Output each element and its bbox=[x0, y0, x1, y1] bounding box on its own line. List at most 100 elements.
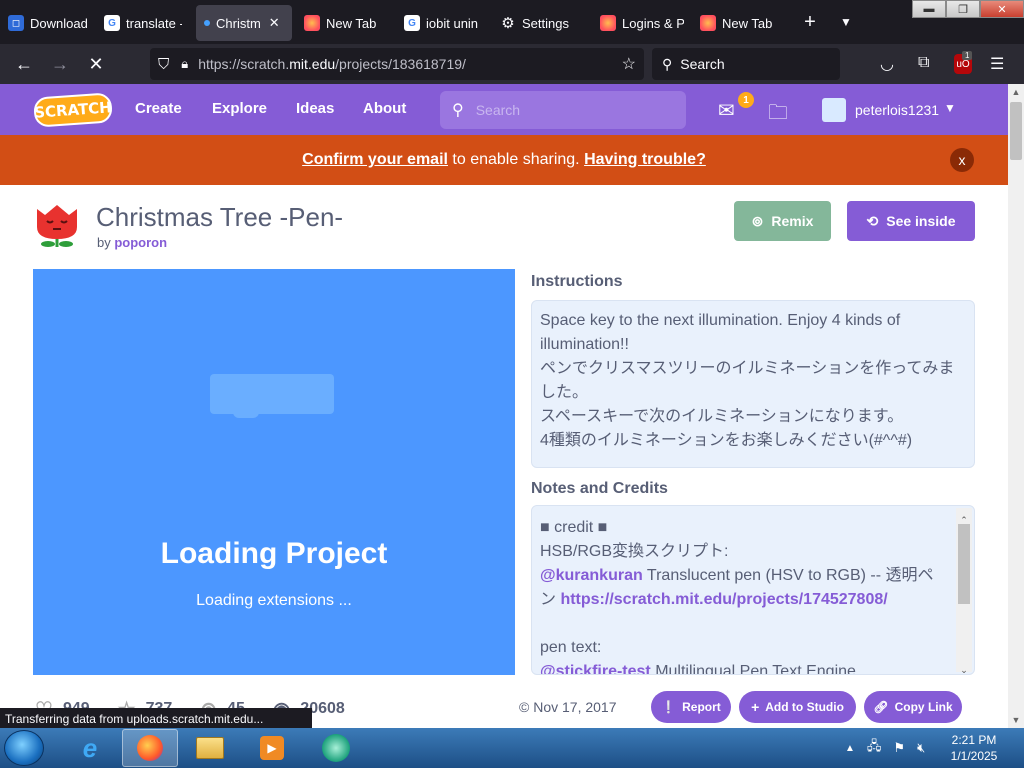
project-link[interactable]: https://scratch.mit.edu/projects/1745278… bbox=[560, 591, 887, 608]
firefox-taskbar-icon[interactable] bbox=[122, 729, 178, 767]
notes-scroll-thumb[interactable] bbox=[958, 524, 970, 604]
internet-explorer-icon[interactable]: e bbox=[62, 729, 118, 767]
tab-settings[interactable]: ⚙ Settings bbox=[492, 5, 592, 41]
tracking-shield-icon[interactable]: ⛉ bbox=[158, 56, 169, 73]
see-inside-icon: ⟲ bbox=[866, 212, 879, 229]
restore-icon[interactable]: ❐ bbox=[946, 0, 980, 18]
taskbar-clock[interactable]: 2:21 PM 1/1/2025 bbox=[940, 732, 1008, 764]
add-to-studio-button[interactable]: + Add to Studio bbox=[739, 691, 856, 723]
author-link[interactable]: poporon bbox=[114, 235, 167, 250]
nav-create[interactable]: Create bbox=[135, 100, 182, 117]
ublock-badge: 1 bbox=[962, 51, 973, 60]
banner-text: to enable sharing. bbox=[447, 151, 585, 168]
tray-expand-icon[interactable]: ▲ bbox=[845, 743, 855, 754]
confirm-email-link[interactable]: Confirm your email bbox=[302, 151, 448, 169]
scratch-logo[interactable]: SCRATCH bbox=[33, 92, 113, 128]
url-bar[interactable]: ⛉ 🔒︎ https://scratch.mit.edu/projects/18… bbox=[150, 48, 644, 80]
loading-block-tab bbox=[233, 410, 259, 418]
report-label: Report bbox=[682, 700, 721, 714]
instructions-heading: Instructions bbox=[531, 273, 623, 290]
scratch-navbar: SCRATCH Create Explore Ideas About ⚲ Sea… bbox=[0, 84, 1008, 135]
notes-line: ■ credit ■ bbox=[540, 519, 608, 536]
tab-download[interactable]: ◻ Download bbox=[0, 5, 96, 41]
back-arrow-icon[interactable]: ← bbox=[6, 46, 42, 82]
having-trouble-link[interactable]: Having trouble? bbox=[584, 151, 706, 169]
stop-loading-icon[interactable]: ✕ bbox=[78, 46, 114, 82]
scroll-down-icon[interactable]: ⌄ bbox=[956, 658, 972, 674]
window-close-icon[interactable]: ✕ bbox=[980, 0, 1024, 18]
page-title: Christmas Tree -Pen- bbox=[96, 202, 344, 232]
forward-arrow-icon[interactable]: → bbox=[42, 46, 78, 82]
copy-link-label: Copy Link bbox=[894, 700, 953, 714]
scroll-down-icon[interactable]: ▼ bbox=[1008, 712, 1024, 728]
tab-translate[interactable]: G translate - bbox=[96, 5, 190, 41]
username[interactable]: peterlois1231 bbox=[855, 102, 939, 118]
media-player-icon[interactable]: ▶ bbox=[244, 729, 300, 767]
pocket-icon[interactable]: ◡ bbox=[880, 54, 894, 74]
mention-link[interactable]: @kurankuran bbox=[540, 567, 643, 584]
url-prefix: https://scratch. bbox=[198, 56, 290, 72]
add-to-studio-label: Add to Studio bbox=[765, 700, 844, 714]
notes-blank-line bbox=[540, 612, 966, 636]
project-byline: by poporon bbox=[97, 235, 167, 250]
url-domain: mit.edu bbox=[289, 56, 336, 72]
firefox-icon bbox=[600, 15, 616, 31]
window-controls: ▬ ❐ ✕ bbox=[912, 0, 1024, 18]
my-stuff-folder-icon[interactable]: 🗀 bbox=[768, 98, 788, 132]
banner-close-button[interactable]: x bbox=[950, 148, 974, 172]
bookmark-star-icon[interactable]: ☆ bbox=[622, 54, 636, 74]
volume-muted-icon[interactable]: 🔇︎ bbox=[917, 740, 925, 756]
notes-line: pen text: bbox=[540, 639, 602, 656]
tab-list-chevron-icon[interactable]: ▼ bbox=[828, 15, 864, 29]
see-inside-button[interactable]: ⟲ See inside bbox=[847, 201, 975, 241]
nav-explore[interactable]: Explore bbox=[212, 100, 267, 117]
circle-app-icon bbox=[322, 734, 350, 762]
firefox-icon bbox=[700, 15, 716, 31]
avatar[interactable] bbox=[822, 98, 846, 122]
close-tab-icon[interactable]: ✕ bbox=[269, 15, 280, 31]
browser-search-bar[interactable]: ⚲ Search bbox=[652, 48, 840, 80]
instructions-line: Space key to the next illumination. Enjo… bbox=[540, 312, 901, 329]
flag-icon[interactable]: ⚑ bbox=[893, 740, 905, 756]
instructions-line: illumination!! bbox=[540, 336, 629, 353]
loading-dot-icon bbox=[204, 20, 210, 26]
scroll-up-icon[interactable]: ⌃ bbox=[956, 508, 972, 525]
nav-about[interactable]: About bbox=[363, 100, 406, 117]
remix-button[interactable]: ⊚ Remix bbox=[734, 201, 831, 241]
report-button[interactable]: ❕ Report bbox=[651, 691, 731, 723]
hamburger-menu-icon[interactable]: ☰ bbox=[990, 54, 1004, 74]
mention-link[interactable]: @stickfire-test bbox=[540, 663, 651, 674]
chevron-down-icon[interactable]: ▼ bbox=[944, 101, 956, 115]
remix-icon: ⊚ bbox=[751, 212, 764, 229]
clock-date: 1/1/2025 bbox=[950, 749, 998, 763]
notes-box[interactable]: ■ credit ■ HSB/RGB変換スクリプト: @kurankuran T… bbox=[531, 505, 975, 675]
tab-logins[interactable]: Logins & P bbox=[592, 5, 692, 41]
tab-new-tab-2[interactable]: New Tab bbox=[692, 5, 792, 41]
firefox-icon bbox=[137, 735, 163, 761]
page-scroll-thumb[interactable] bbox=[1010, 102, 1022, 160]
tab-christmas[interactable]: Christm ✕ bbox=[196, 5, 292, 41]
scroll-up-icon[interactable]: ▲ bbox=[1008, 84, 1024, 100]
google-icon: G bbox=[104, 15, 120, 31]
new-tab-plus-icon[interactable]: + bbox=[792, 11, 828, 34]
lock-icon[interactable]: 🔒︎ bbox=[181, 56, 188, 72]
page-scrollbar[interactable]: ▲ ▼ bbox=[1008, 84, 1024, 728]
minimize-icon[interactable]: ▬ bbox=[912, 0, 946, 18]
app-taskbar-icon[interactable] bbox=[308, 729, 364, 767]
message-count-badge: 1 bbox=[738, 92, 754, 108]
start-button-icon[interactable] bbox=[4, 730, 44, 766]
copy-link-button[interactable]: 🔗︎ Copy Link bbox=[864, 691, 962, 723]
file-explorer-icon[interactable] bbox=[182, 729, 238, 767]
nav-ideas[interactable]: Ideas bbox=[296, 100, 334, 117]
tab-new-tab[interactable]: New Tab bbox=[296, 5, 396, 41]
network-icon[interactable]: 🖧︎ bbox=[867, 737, 882, 759]
loading-block-icon bbox=[210, 374, 334, 414]
project-stage[interactable]: Loading Project Loading extensions ... bbox=[33, 269, 515, 675]
tab-iobit[interactable]: G iobit unin bbox=[396, 5, 492, 41]
loading-subtitle: Loading extensions ... bbox=[196, 592, 352, 609]
messages-envelope-icon[interactable]: ✉ bbox=[718, 98, 735, 123]
instructions-line: 4種類のイルミネーションをお楽しみください(#^^#) bbox=[540, 432, 913, 449]
notes-scrollbar[interactable]: ⌃ ⌄ bbox=[956, 508, 972, 674]
scratch-search-input[interactable]: ⚲ Search bbox=[440, 91, 686, 129]
extensions-icon[interactable]: ⧉ bbox=[918, 54, 929, 72]
